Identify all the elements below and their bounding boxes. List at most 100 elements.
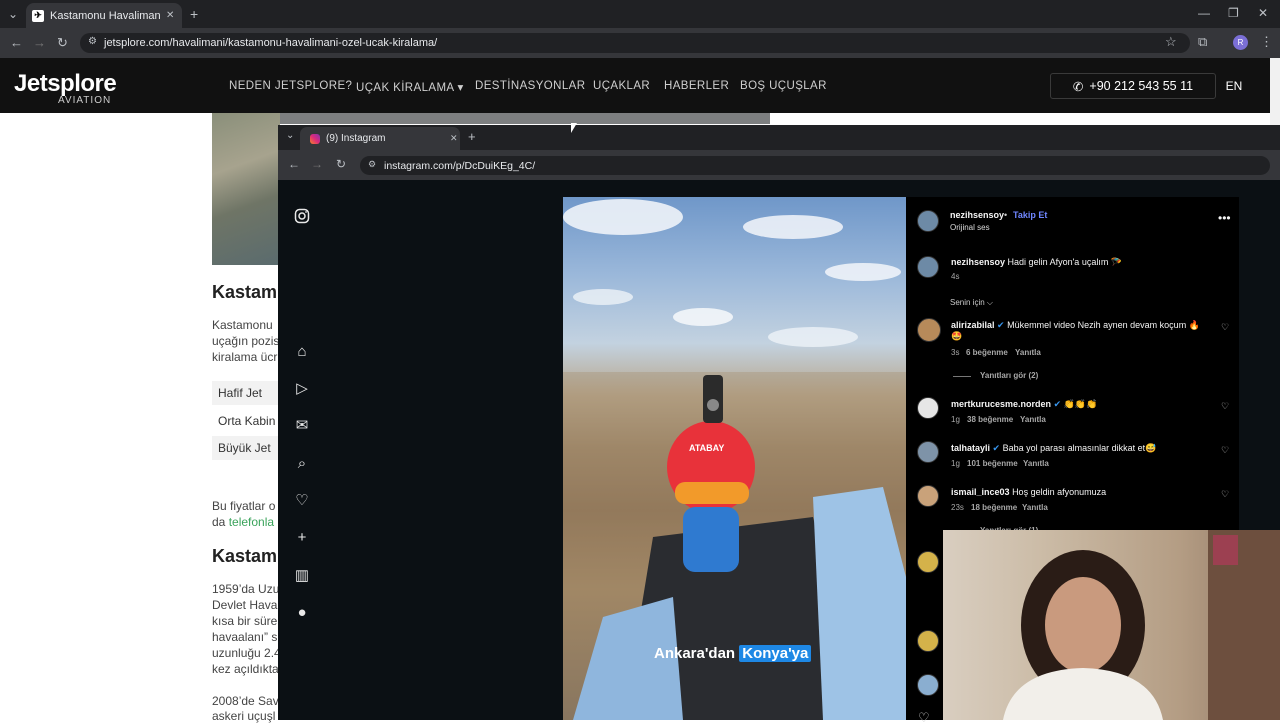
nav-haberler[interactable]: HABERLER [664, 80, 729, 92]
paragraph-3-line-1: 1959’da Uzu [212, 582, 280, 596]
ig-tab[interactable]: (9) Instagram ✕ [300, 127, 460, 150]
comment-likes[interactable]: 18 beğenme [971, 503, 1017, 512]
ig-back-icon[interactable]: ← [288, 157, 300, 171]
comment-like-heart-icon[interactable]: ♡ [1221, 489, 1229, 500]
author-avatar[interactable] [917, 210, 939, 232]
comment-avatar[interactable] [917, 674, 939, 696]
profile-avatar-icon[interactable]: R [1233, 35, 1248, 50]
ig-close-tab-icon[interactable]: ✕ [450, 133, 458, 144]
verified-badge-icon: ✔ [1053, 399, 1062, 409]
comment-avatar[interactable] [917, 397, 939, 419]
comment-user[interactable]: alirizabilal [951, 320, 995, 330]
jetsplore-logo[interactable]: Jetsplore [14, 70, 117, 98]
comment-text: 👏👏👏 [1063, 399, 1098, 409]
comment-avatar[interactable] [917, 630, 939, 652]
comment-avatar[interactable] [917, 318, 941, 342]
reload-icon[interactable]: ↻ [57, 35, 68, 51]
paragraph-4-line-2: askeri uçuşl [212, 709, 276, 723]
create-plus-icon[interactable]: + [293, 528, 311, 546]
caption-avatar[interactable] [917, 256, 939, 278]
restore-icon[interactable]: ❐ [1228, 6, 1239, 20]
home-icon[interactable]: ⌂ [293, 342, 311, 360]
comment-user[interactable]: ismail_ince03 [951, 487, 1010, 497]
comment-reply[interactable]: Yanıtla [1020, 415, 1046, 424]
comment-reply[interactable]: Yanıtla [1022, 503, 1048, 512]
extensions-icon[interactable]: ⧉ [1198, 34, 1207, 50]
paragraph-1-line-1: Kastamonu [212, 318, 273, 332]
outer-tab-jetsplore[interactable]: ✈ Kastamonu Havalimanı Özel Uç ✕ [26, 3, 182, 28]
comment-body: mertkurucesme.norden ✔ 👏👏👏 [951, 399, 1097, 410]
like-post-heart-icon[interactable]: ♡ [918, 710, 930, 726]
comment-time: 23s [951, 503, 964, 512]
comment-body: talhatayli ✔ Baba yol parası almasınlar … [951, 443, 1156, 454]
paragraph-2-line-2: da telefonla [212, 515, 274, 529]
comment-body: ismail_ince03 Hoş geldin afyonumuza [951, 487, 1106, 497]
comment-text: Mükemmel video Nezih aynen devam koçum 🔥 [1007, 320, 1200, 330]
nav-ucak-kiralama[interactable]: UÇAK KİRALAMA ▾ [356, 80, 464, 94]
comment-like-heart-icon[interactable]: ♡ [1221, 401, 1229, 412]
phone-button[interactable]: ✆ +90 212 543 55 11 [1050, 73, 1216, 99]
new-tab-icon[interactable]: + [190, 6, 198, 22]
post-video[interactable]: ATABAY [563, 197, 906, 720]
hero-image-strip [280, 113, 770, 124]
ig-tab-search-icon[interactable]: ⌄ [286, 130, 294, 141]
telefonla-link[interactable]: telefonla [229, 515, 274, 529]
language-button[interactable]: EN [1205, 73, 1263, 99]
comment-likes[interactable]: 6 beğenme [966, 348, 1008, 357]
comment-user[interactable]: talhatayli [951, 443, 990, 453]
direct-messages-icon[interactable]: ✉ [293, 416, 311, 434]
bookmark-star-icon[interactable]: ☆ [1165, 34, 1177, 50]
comment-avatar[interactable] [917, 485, 939, 507]
ig-tab-title: (9) Instagram [326, 133, 386, 144]
comment-avatar[interactable] [917, 441, 939, 463]
original-audio-label[interactable]: Orijinal ses [950, 223, 990, 232]
reels-icon[interactable]: ▷ [293, 379, 311, 397]
ig-site-info-icon[interactable]: ⚙ [368, 159, 376, 170]
comment-likes[interactable]: 38 beğenme [967, 415, 1013, 424]
paragraph-3-line-2: Devlet Hava [212, 598, 278, 612]
minimize-icon[interactable]: — [1198, 6, 1210, 20]
ig-forward-icon[interactable]: → [311, 157, 323, 171]
close-window-icon[interactable]: ✕ [1258, 6, 1268, 20]
webcam-person [1003, 530, 1280, 720]
dashboard-icon[interactable]: ▥ [293, 566, 311, 584]
caption-user[interactable]: nezihsensoy [951, 257, 1005, 267]
ig-new-tab-icon[interactable]: + [468, 129, 476, 144]
post-author[interactable]: nezihsensoy [950, 210, 1004, 220]
site-info-icon[interactable]: ⚙ [88, 36, 97, 47]
replies-line [953, 376, 971, 377]
comment-reply[interactable]: Yanıtla [1015, 348, 1041, 357]
comment-like-heart-icon[interactable]: ♡ [1221, 445, 1229, 456]
nav-bos-ucuslar[interactable]: BOŞ UÇUŞLAR [740, 80, 827, 92]
close-tab-icon[interactable]: ✕ [166, 10, 174, 21]
search-icon[interactable]: ⌕ [293, 454, 311, 472]
profile-avatar-icon[interactable]: ● [293, 603, 311, 621]
paragraph-2-prefix: da [212, 515, 229, 529]
outer-url-field[interactable]: jetsplore.com/havalimani/kastamonu-haval… [80, 33, 1190, 53]
more-options-icon[interactable]: ••• [1218, 211, 1231, 225]
sort-comments-dropdown[interactable]: Senin için ⌵ [950, 298, 993, 308]
nav-destinasyonlar[interactable]: DESTİNASYONLAR [475, 80, 585, 92]
comment-reply[interactable]: Yanıtla [1023, 459, 1049, 468]
nav-neden-jetsplore[interactable]: NEDEN JETSPLORE? [229, 80, 352, 92]
comment-avatar[interactable] [917, 551, 939, 573]
follow-button[interactable]: Takip Et [1013, 210, 1047, 220]
back-icon[interactable]: ← [10, 35, 23, 50]
paragraph-4-line-1: 2008’de Sav [212, 694, 279, 708]
instagram-logo-icon[interactable] [293, 207, 311, 225]
comment-like-heart-icon[interactable]: ♡ [1221, 322, 1229, 333]
view-replies-button[interactable]: Yanıtları gör (2) [980, 371, 1038, 380]
webcam-overlay [943, 530, 1280, 720]
phone-icon: ✆ [1072, 79, 1084, 94]
forward-icon[interactable]: → [33, 35, 46, 50]
notifications-heart-icon[interactable]: ♡ [293, 491, 311, 509]
ig-url-field[interactable]: instagram.com/p/DcDuiKEg_4C/ [360, 156, 1270, 175]
tab-search-icon[interactable]: ⌄ [8, 7, 18, 21]
comment-likes[interactable]: 101 beğenme [967, 459, 1018, 468]
ig-reload-icon[interactable]: ↻ [336, 157, 346, 171]
menu-kebab-icon[interactable]: ⋮ [1260, 34, 1273, 50]
jetsplore-logo-sub: AVIATION [58, 95, 112, 106]
nav-ucaklar[interactable]: UÇAKLAR [593, 80, 650, 92]
video-caption: Ankara'dan Konya'ya [654, 645, 812, 662]
comment-user[interactable]: mertkurucesme.norden [951, 399, 1051, 409]
